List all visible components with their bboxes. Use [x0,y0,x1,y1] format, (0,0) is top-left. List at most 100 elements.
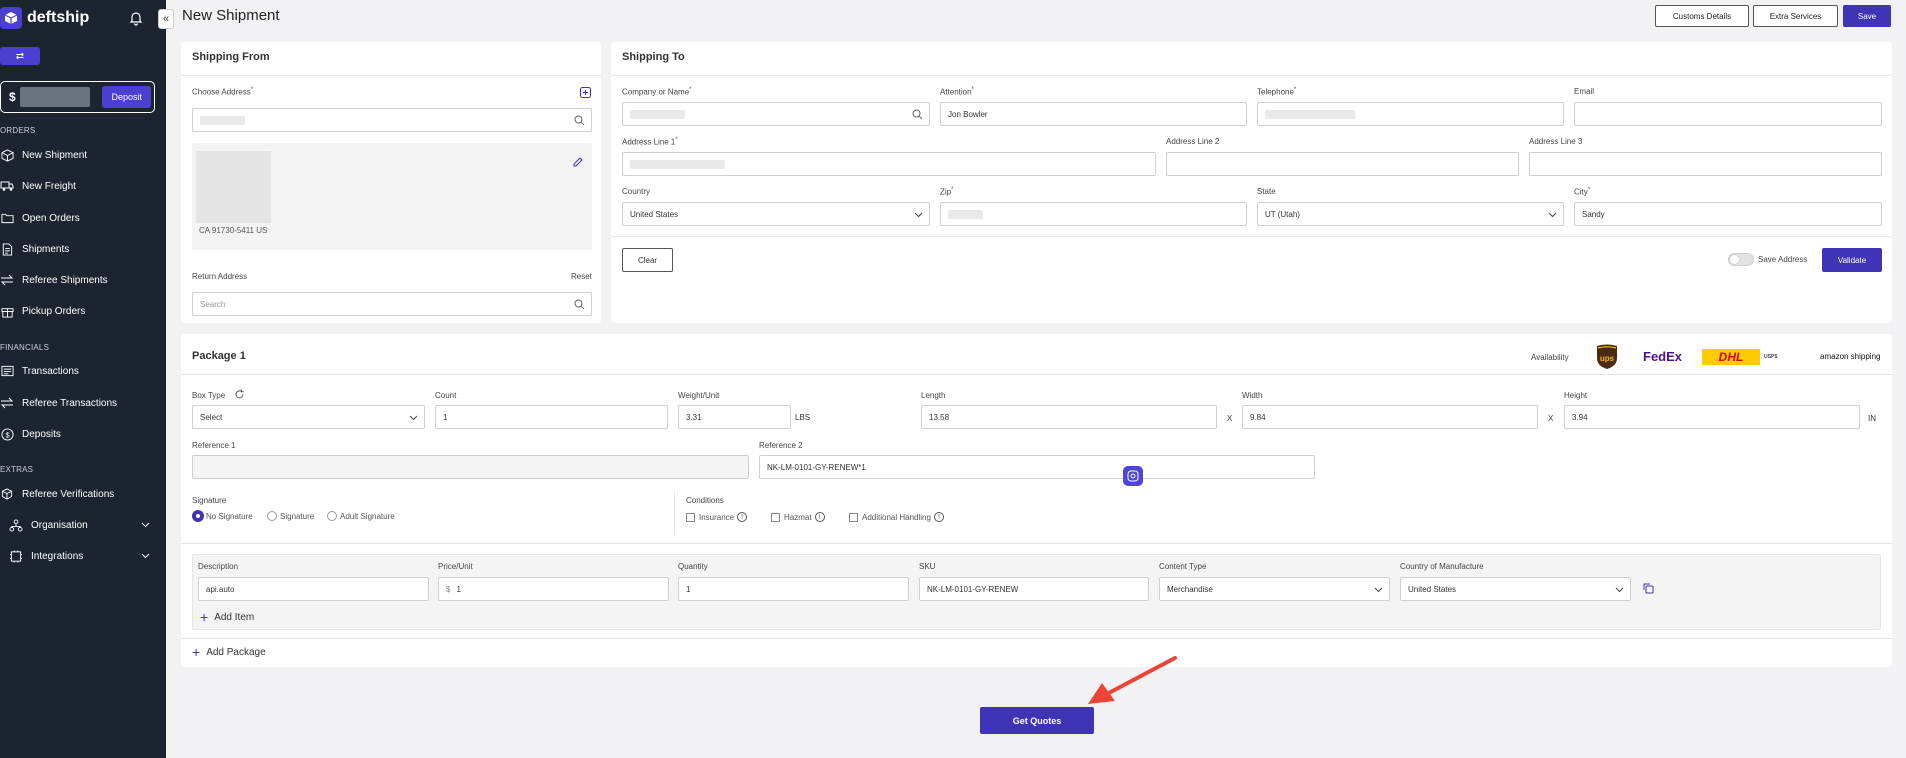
state-value: UT (Utah) [1265,209,1300,219]
edit-pencil-icon[interactable] [573,157,583,169]
save-button[interactable]: Save [1843,5,1891,27]
add-item-button[interactable]: + Add Item [200,609,254,625]
content-type-select[interactable]: Merchandise [1159,577,1390,601]
chevron-down-icon [914,211,923,220]
validate-button[interactable]: Validate [1822,248,1882,272]
weight-input[interactable]: 3.31 [678,405,791,429]
radio-no-signature[interactable]: No Signature [193,511,253,521]
info-icon[interactable]: ! [737,512,748,522]
reference-1-label: Reference 1 [192,441,236,450]
extra-services-button[interactable]: Extra Services [1753,5,1838,27]
address-tail-text: CA 91730-5411 US [199,226,268,235]
ai-assistant-icon[interactable] [1123,466,1143,486]
attention-label: Attention* [940,87,974,97]
country-value: United States [630,209,679,219]
address-line-1-input[interactable] [622,152,1156,176]
sidebar-item-referee-shipments[interactable]: Referee Shipments [0,270,160,290]
refresh-icon[interactable] [234,389,245,402]
country-of-manufacture-value: United States [1408,584,1457,594]
availability-label: Availability [1531,353,1569,362]
choose-address-label: Choose Address* [192,87,254,97]
sidebar-item-shipments[interactable]: Shipments [0,239,160,259]
org-icon [9,518,23,532]
description-input[interactable]: api.auto [198,577,429,601]
checkbox-insurance[interactable]: Insurance! [686,512,748,522]
get-quotes-button[interactable]: Get Quotes [980,707,1094,734]
save-address-label: Save Address [1758,255,1808,264]
shipping-to-card: Shipping To Company or Name* Attention* … [611,42,1892,323]
section-financials: FINANCIALS [0,343,50,352]
zip-input[interactable] [940,202,1247,226]
package-title: Package 1 [192,350,246,362]
width-input[interactable]: 9.84 [1242,405,1538,429]
sku-label: SKU [919,562,936,571]
price-currency: $ [446,584,451,594]
divider [611,75,1892,76]
integrations-icon [9,549,23,563]
radio-signature[interactable]: Signature [267,511,314,521]
sidebar-item-open-orders[interactable]: Open Orders [0,208,160,228]
add-package-button[interactable]: + Add Package [192,644,266,660]
radio-adult-signature[interactable]: Adult Signature [327,511,395,521]
city-input[interactable]: Sandy [1574,202,1882,226]
sidebar-item-organisation[interactable]: Organisation [0,515,160,535]
clear-button[interactable]: Clear [622,248,673,272]
shipping-to-title: Shipping To [622,51,685,63]
state-select[interactable]: UT (Utah) [1257,202,1564,226]
copy-icon[interactable] [1643,583,1654,596]
checkbox-additional-handling[interactable]: Additional Handling! [849,512,944,522]
address-line-3-input[interactable] [1529,152,1882,176]
sidebar-item-transactions[interactable]: Transactions [0,361,160,381]
deposit-button[interactable]: Deposit [102,86,151,108]
add-address-icon[interactable] [580,87,591,100]
bell-icon[interactable] [128,10,144,26]
country-of-manufacture-select[interactable]: United States [1400,577,1631,601]
reference-2-label: Reference 2 [759,441,803,450]
collapse-sidebar-button[interactable]: « [158,9,174,29]
from-address-preview: CA 91730-5411 US [192,143,592,250]
dim-unit: IN [1868,414,1876,423]
sidebar-item-deposits[interactable]: $ Deposits [0,424,160,444]
save-address-toggle[interactable] [1728,253,1754,266]
email-label: Email [1574,87,1595,96]
price-input[interactable]: $ 1 [438,577,669,601]
weight-label: Weight/Unit [678,391,720,400]
height-input[interactable]: 3.94 [1564,405,1860,429]
country-label: Country [622,187,651,196]
telephone-input[interactable] [1257,102,1564,126]
reference-2-input[interactable]: NK-LM-0101-GY-RENEW*1 [759,455,1315,479]
return-address-search[interactable]: Search [192,292,592,316]
reference-1-input[interactable] [192,455,749,479]
length-input[interactable]: 13.58 [921,405,1217,429]
city-label: City* [1574,187,1591,197]
email-input[interactable] [1574,102,1882,126]
attention-input[interactable]: Jon Bowler [940,102,1247,126]
info-icon[interactable]: ! [933,512,944,522]
company-input[interactable] [622,102,930,126]
sidebar-item-referee-verifications[interactable]: Referee Verifications [0,484,160,504]
swap-icon [0,396,14,410]
sidebar-item-referee-transactions[interactable]: Referee Transactions [0,393,160,413]
customs-details-button[interactable]: Customs Details [1655,5,1749,27]
sku-input[interactable]: NK-LM-0101-GY-RENEW [919,577,1149,601]
logo-mark-icon [0,7,22,29]
sidebar-item-new-freight[interactable]: New Freight [0,176,160,196]
box-icon [0,148,14,162]
logo[interactable]: deftship [0,6,89,30]
box-type-select[interactable]: Select [192,405,425,429]
search-icon [574,299,585,312]
address-line-2-input[interactable] [1166,152,1519,176]
reset-link[interactable]: Reset [571,272,592,281]
quantity-input[interactable]: 1 [678,577,909,601]
checkbox-hazmat[interactable]: Hazmat! [771,512,825,522]
count-input[interactable]: 1 [435,405,668,429]
country-select[interactable]: United States [622,202,930,226]
quantity-label: Quantity [678,562,708,571]
info-icon[interactable]: ! [814,512,825,522]
sidebar-item-integrations[interactable]: Integrations [0,546,160,566]
content-type-value: Merchandise [1167,584,1213,594]
sidebar-item-new-shipment[interactable]: New Shipment [0,145,160,165]
choose-address-input[interactable] [192,108,592,132]
switch-account-button[interactable]: ⇄ [0,47,40,65]
sidebar-item-pickup-orders[interactable]: Pickup Orders [0,301,160,321]
